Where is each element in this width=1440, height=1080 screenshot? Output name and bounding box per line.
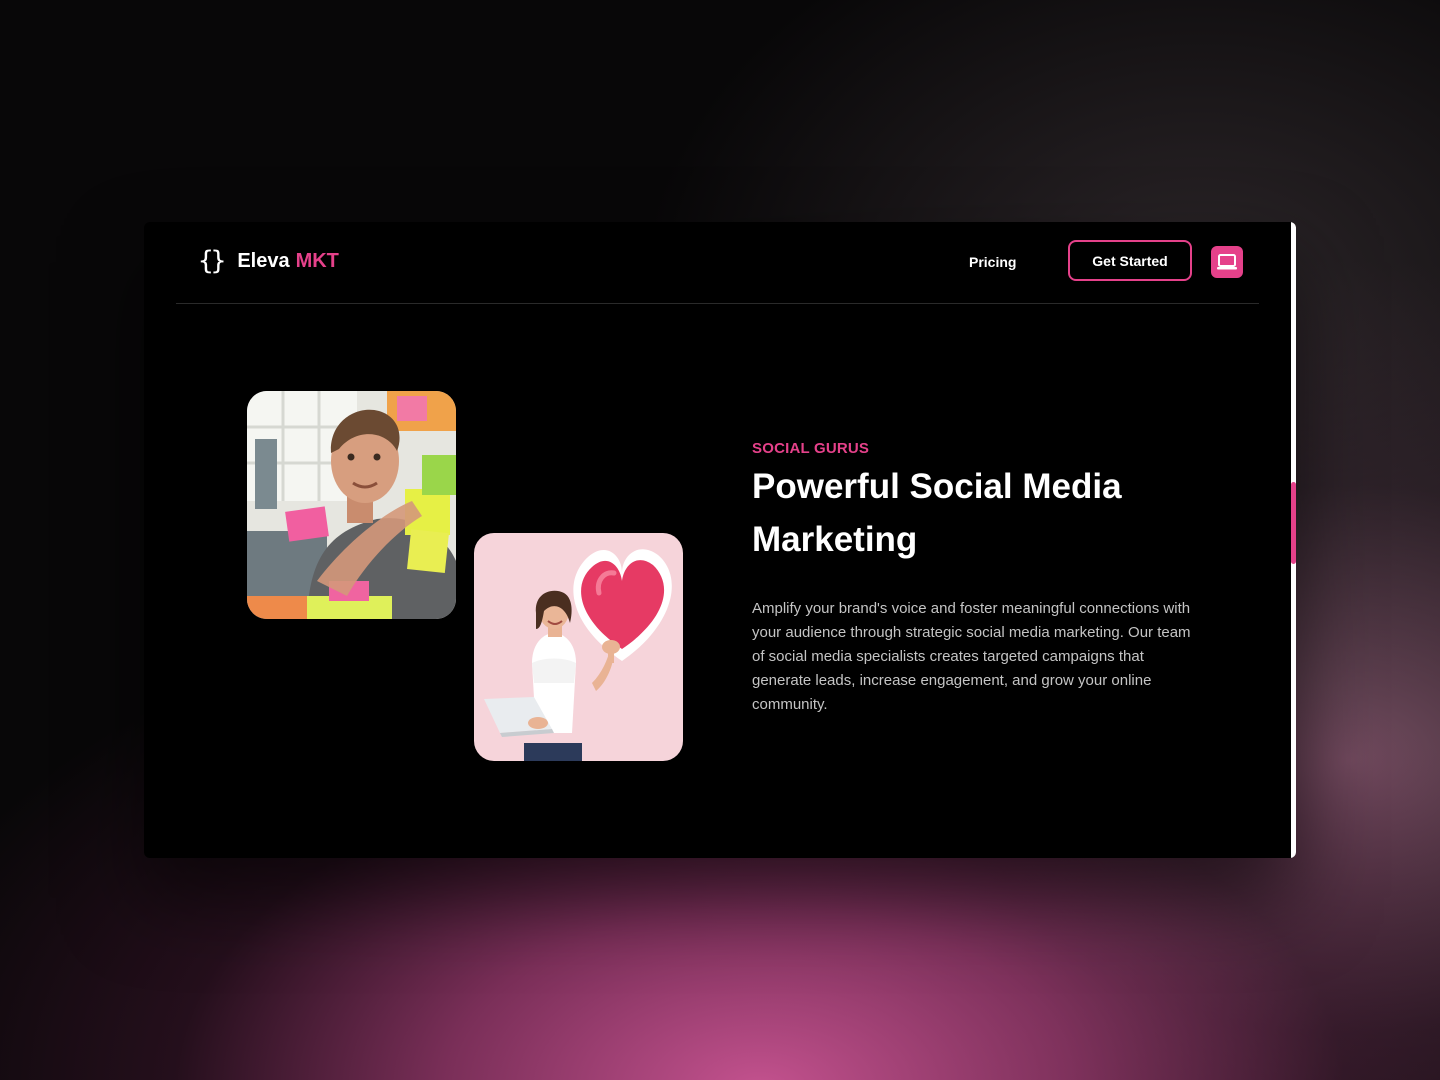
nav-link-pricing[interactable]: Pricing (969, 254, 1016, 270)
brand-logo[interactable]: {} Eleva MKT (198, 246, 339, 276)
get-started-button[interactable]: Get Started (1068, 240, 1192, 281)
laptop-icon (1217, 254, 1237, 270)
brand-name: Eleva (237, 249, 290, 272)
scrollbar-thumb[interactable] (1291, 482, 1296, 564)
browser-window: {} Eleva MKT Pricing Get Started SOCIAL … (144, 222, 1296, 858)
top-nav: {} Eleva MKT Pricing Get Started (176, 222, 1259, 304)
hero-title: Powerful Social Media Marketing (752, 467, 1122, 559)
device-toggle-button[interactable] (1211, 246, 1243, 278)
woman-with-heart-and-laptop-photo (474, 533, 683, 761)
brand-accent: MKT (295, 249, 339, 272)
hero-eyebrow: SOCIAL GURUS (752, 440, 870, 457)
man-with-sticky-notes-photo (247, 391, 456, 619)
curly-braces-icon: {} (198, 246, 226, 276)
hero-description: Amplify your brand's voice and foster me… (752, 600, 1191, 713)
